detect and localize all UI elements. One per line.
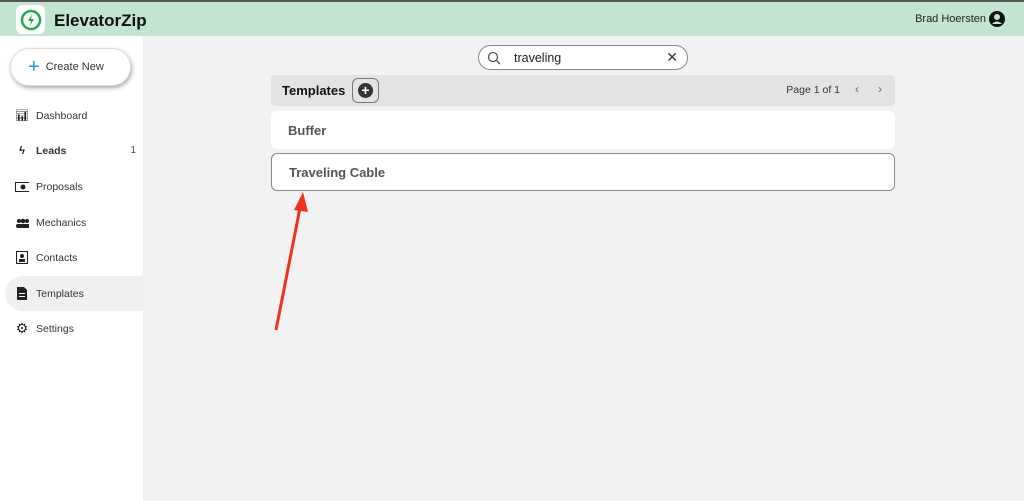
bar-chart-icon: 📊︎	[15, 110, 29, 122]
sidebar-item-label: Settings	[36, 322, 74, 335]
top-bar: ElevatorZip Brad Hoersten	[0, 0, 1024, 36]
sidebar-item-label: Contacts	[36, 251, 78, 264]
sidebar-item-label: Mechanics	[36, 216, 87, 229]
create-new-button[interactable]: + Create New	[10, 48, 131, 86]
template-name: Traveling Cable	[289, 164, 386, 180]
sidebar-item-dashboard[interactable]: 📊︎ Dashboard	[5, 98, 143, 133]
add-template-button[interactable]: +	[352, 78, 379, 103]
sidebar-item-contacts[interactable]: Contacts	[5, 240, 143, 275]
users-icon	[15, 218, 29, 228]
user-avatar-icon[interactable]	[988, 10, 1006, 28]
contact-card-icon	[15, 251, 29, 264]
clear-search-icon[interactable]: ✕	[666, 49, 678, 66]
sidebar-item-label: Templates	[36, 287, 84, 300]
sidebar-item-mechanics[interactable]: Mechanics	[5, 205, 143, 240]
template-name: Buffer	[288, 122, 327, 138]
sidebar: + Create New 📊︎ Dashboard ϟ Leads 1 Proposal…	[0, 36, 143, 501]
arrow-head	[294, 192, 308, 212]
bolt-icon: ϟ	[19, 144, 25, 157]
leads-count: 1	[130, 145, 136, 156]
plus-icon: +	[28, 56, 40, 78]
app-logo[interactable]	[16, 5, 45, 34]
sidebar-item-settings[interactable]: ⚙ Settings	[5, 311, 143, 346]
template-row[interactable]: Buffer	[271, 111, 895, 149]
sidebar-item-label: Dashboard	[36, 109, 88, 122]
document-icon	[15, 287, 29, 300]
search-input[interactable]: traveling ✕	[478, 45, 688, 70]
sidebar-item-leads[interactable]: ϟ Leads 1	[5, 133, 143, 168]
app-name: ElevatorZip	[54, 11, 147, 30]
bolt-logo-icon	[20, 9, 41, 30]
templates-header: Templates + Page 1 of 1 ‹ ›	[271, 75, 895, 106]
money-icon	[15, 181, 29, 192]
sidebar-item-proposals[interactable]: Proposals	[5, 169, 143, 204]
template-row-selected[interactable]: Traveling Cable	[271, 153, 895, 191]
plus-circle-icon: +	[358, 83, 373, 98]
gear-icon: ⚙	[15, 320, 29, 336]
search-icon	[487, 51, 501, 65]
sidebar-item-label: Leads	[36, 144, 67, 157]
search-value[interactable]: traveling	[514, 51, 561, 65]
sidebar-item-label: Proposals	[36, 180, 83, 193]
next-page-button[interactable]: ›	[878, 82, 882, 96]
sidebar-item-templates[interactable]: Templates	[5, 276, 143, 311]
user-name[interactable]: Brad Hoersten	[915, 13, 986, 25]
prev-page-button[interactable]: ‹	[855, 82, 859, 96]
page-title: Templates	[282, 83, 346, 98]
create-new-label: Create New	[45, 61, 104, 73]
pagination-label: Page 1 of 1	[786, 84, 840, 96]
